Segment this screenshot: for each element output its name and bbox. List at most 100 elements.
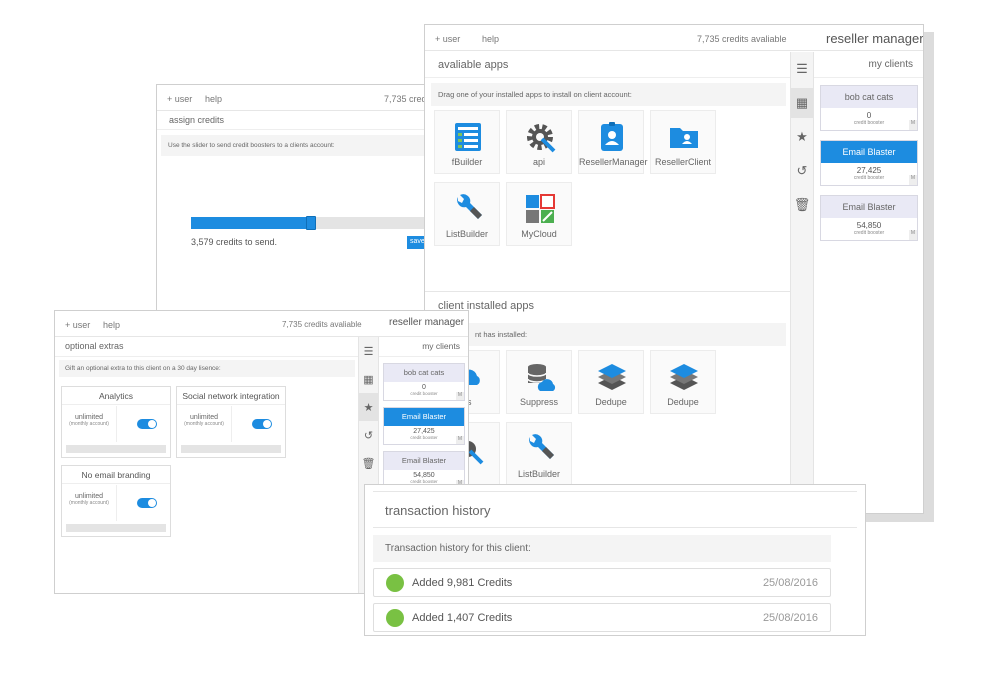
section-title: transaction history	[385, 503, 491, 518]
hint-text: Drag one of your installed apps to insta…	[431, 83, 786, 106]
help-link[interactable]: help	[482, 34, 499, 44]
success-dot-icon	[386, 574, 404, 592]
m-button[interactable]: M	[909, 175, 917, 185]
wrench-icon	[529, 434, 554, 459]
add-user-link[interactable]: + user	[435, 34, 460, 44]
client-name: Email Blaster	[384, 408, 464, 426]
section-title: assign credits	[169, 115, 225, 125]
credits-available: 7,735 credits avaliable	[282, 320, 362, 329]
credit-booster-label: credit booster	[853, 175, 885, 181]
app-label: MyCloud	[521, 229, 557, 239]
m-button[interactable]: M	[909, 120, 917, 130]
layers-icon	[598, 364, 626, 390]
client-name: Email Blaster	[821, 141, 917, 163]
m-button[interactable]: M	[909, 230, 917, 240]
client-credits: 27,425	[856, 166, 882, 175]
m-button[interactable]: M	[456, 436, 464, 444]
app-label: Suppress	[519, 397, 559, 407]
extra-value: unlimited	[74, 414, 103, 421]
grid-icon[interactable]: ▦	[359, 365, 378, 393]
star-icon[interactable]: ★	[359, 393, 378, 421]
extra-bar	[181, 445, 281, 453]
app-tile-mycloud[interactable]: MyCloud	[506, 182, 572, 246]
client-card[interactable]: bob cat cats 0 credit booster M	[820, 85, 918, 131]
add-user-link[interactable]: + user	[167, 94, 192, 104]
slider-fill	[191, 217, 312, 229]
extra-toggle[interactable]	[252, 419, 272, 429]
transaction-history-window: transaction history Transaction history …	[364, 484, 866, 636]
extra-toggle[interactable]	[137, 419, 157, 429]
client-credits: 27,425	[413, 428, 435, 435]
transaction-row: Added 9,981 Credits 25/08/2016	[373, 568, 831, 597]
extra-sub: (monthly account)	[69, 500, 109, 506]
installed-app-tile-suppress[interactable]: Suppress	[506, 350, 572, 414]
hint-text: Transaction history for this client:	[373, 535, 831, 562]
extra-name: No email branding	[62, 466, 170, 484]
client-card[interactable]: bob cat cats 0 credit booster M	[383, 363, 465, 401]
history-icon[interactable]: ↺	[791, 156, 813, 186]
m-button[interactable]: M	[456, 392, 464, 400]
my-clients-title: my clients	[868, 59, 913, 70]
wrench-icon	[457, 194, 482, 219]
app-tile-api[interactable]: api	[506, 110, 572, 174]
credit-slider[interactable]	[191, 216, 445, 230]
client-card[interactable]: Email Blaster 54,850 credit booster M	[820, 195, 918, 241]
credits-to-send: 3,579 credits to send.	[191, 237, 278, 247]
extra-name: Analytics	[62, 387, 170, 405]
app-label: fBuilder	[451, 157, 483, 167]
app-title: reseller manager	[389, 317, 465, 328]
app-label: Dedupe	[667, 397, 699, 407]
app-tile-listbuilder[interactable]: ListBuilder	[434, 182, 500, 246]
gear-icon	[527, 124, 556, 153]
client-credits: 0	[866, 111, 872, 120]
client-credits: 0	[422, 384, 426, 391]
trash-icon[interactable]: 🗑	[791, 190, 813, 220]
app-label: ListBuilder	[517, 469, 561, 479]
transaction-date: 25/08/2016	[762, 612, 818, 624]
credit-booster-label: credit booster	[853, 230, 885, 236]
installed-app-tile-listbuilder[interactable]: ListBuilder	[506, 422, 572, 486]
app-tile-resellermanager[interactable]: ResellerManager	[578, 110, 648, 174]
slider-handle[interactable]	[306, 216, 317, 230]
extra-bar	[66, 524, 166, 532]
extra-sub: (monthly account)	[184, 421, 224, 427]
installed-app-tile-dedupe[interactable]: Dedupe	[578, 350, 644, 414]
extra-limit: unlimited (monthly account)	[177, 406, 232, 442]
grid-apps-icon	[526, 194, 555, 223]
client-credits: 54,850	[413, 472, 435, 479]
topbar: + user help 7,735 credits avaliable	[157, 85, 445, 111]
app-title: reseller manager	[826, 31, 924, 46]
extra-toggle[interactable]	[137, 498, 157, 508]
trash-icon[interactable]: 🗑	[359, 449, 378, 477]
history-icon[interactable]: ↺	[359, 421, 378, 449]
help-link[interactable]: help	[103, 320, 120, 330]
credits-available: 7,735 credits avaliable	[697, 34, 787, 44]
client-name: Email Blaster	[821, 196, 917, 218]
extra-card-social: Social network integration unlimited (mon…	[176, 386, 286, 458]
installed-app-tile-dedupe[interactable]: Dedupe	[650, 350, 716, 414]
layers-icon	[670, 364, 698, 390]
add-user-link[interactable]: + user	[65, 320, 90, 330]
my-clients-title: my clients	[422, 341, 460, 351]
extra-card-analytics: Analytics unlimited (monthly account)	[61, 386, 171, 458]
sliders-icon[interactable]: ☰	[791, 54, 813, 84]
sliders-icon[interactable]: ☰	[359, 337, 378, 365]
grid-icon[interactable]: ▦	[791, 88, 813, 118]
client-card-selected[interactable]: Email Blaster 27,425 credit booster M	[383, 407, 465, 445]
hint-text: Gift an optional extra to this client on…	[59, 360, 355, 377]
client-name: bob cat cats	[384, 364, 464, 382]
topbar: + user help 7,735 credits avaliable rese…	[425, 25, 923, 51]
credit-booster-label: credit booster	[410, 391, 438, 396]
app-tile-fbuilder[interactable]: fBuilder	[434, 110, 500, 174]
help-link[interactable]: help	[205, 94, 222, 104]
app-label: Dedupe	[595, 397, 627, 407]
hint-text: nt has installed:	[431, 323, 786, 346]
client-card-selected[interactable]: Email Blaster 27,425 credit booster M	[820, 140, 918, 186]
extra-card-no-branding: No email branding unlimited (monthly acco…	[61, 465, 171, 537]
app-label: ResellerManager	[579, 157, 648, 167]
extra-bar	[66, 445, 166, 453]
star-icon[interactable]: ★	[791, 122, 813, 152]
app-label: ResellerClient	[654, 157, 712, 167]
database-cloud-icon	[527, 364, 556, 391]
app-tile-resellerclient[interactable]: ResellerClient	[650, 110, 716, 174]
